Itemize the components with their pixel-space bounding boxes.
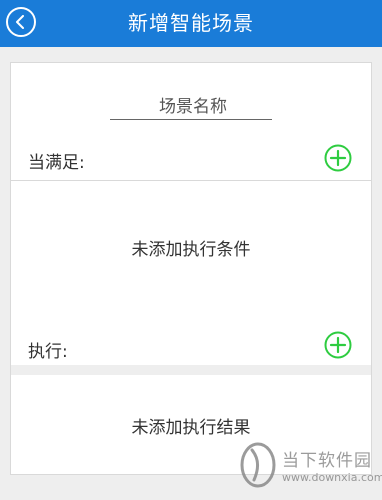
action-empty-text: 未添加执行结果 — [131, 418, 251, 438]
add-condition-button[interactable] — [324, 144, 352, 172]
watermark-title: 当下软件园 — [282, 451, 372, 471]
condition-label: 当满足: — [28, 153, 85, 173]
watermark-url: www.downxia.com — [282, 471, 382, 484]
scene-name-input[interactable] — [110, 93, 276, 121]
add-action-button[interactable] — [324, 331, 352, 359]
scene-form-card: 当满足: 未添加执行条件 执行: 未添加执行结果 — [10, 62, 372, 475]
condition-divider — [11, 180, 371, 181]
section-gap — [11, 365, 371, 375]
top-bar: 新增智能场景 — [0, 0, 382, 47]
page-title: 新增智能场景 — [128, 11, 254, 35]
scene-name-field — [110, 93, 276, 121]
watermark: 当下软件园 www.downxia.com — [238, 440, 382, 496]
condition-empty-text: 未添加执行条件 — [131, 240, 251, 260]
watermark-logo-icon — [240, 442, 276, 488]
action-label: 执行: — [28, 342, 68, 362]
